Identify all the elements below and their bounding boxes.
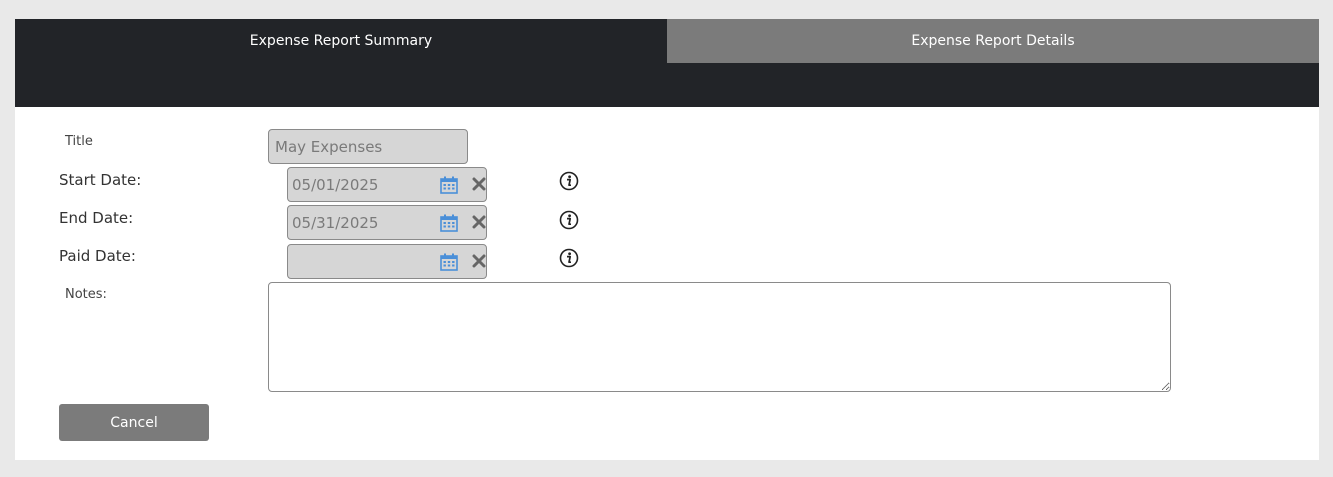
paid-date-field xyxy=(287,244,487,279)
close-icon[interactable] xyxy=(472,215,486,229)
close-icon[interactable] xyxy=(472,177,486,191)
info-icon[interactable] xyxy=(559,171,579,191)
expense-report-panel: Expense Report Summary Expense Report De… xyxy=(15,19,1319,460)
start-date-field xyxy=(287,167,487,202)
paid-date-input[interactable] xyxy=(288,245,428,278)
title-input[interactable] xyxy=(268,129,468,164)
notes-textarea[interactable] xyxy=(268,282,1171,392)
end-date-label: End Date: xyxy=(59,209,134,227)
header-bar: Expense Report Summary Expense Report De… xyxy=(15,19,1319,107)
info-icon[interactable] xyxy=(559,248,579,268)
calendar-icon[interactable] xyxy=(440,253,458,271)
calendar-icon[interactable] xyxy=(440,176,458,194)
end-date-input[interactable] xyxy=(288,206,428,239)
tab-expense-report-details[interactable]: Expense Report Details xyxy=(667,19,1319,63)
end-date-field xyxy=(287,205,487,240)
notes-label: Notes: xyxy=(65,287,107,302)
title-label: Title xyxy=(65,134,93,149)
info-icon[interactable] xyxy=(559,210,579,230)
cancel-button[interactable]: Cancel xyxy=(59,404,209,441)
start-date-label: Start Date: xyxy=(59,171,142,189)
calendar-icon[interactable] xyxy=(440,214,458,232)
paid-date-label: Paid Date: xyxy=(59,247,136,265)
close-icon[interactable] xyxy=(472,254,486,268)
start-date-input[interactable] xyxy=(288,168,428,201)
tab-expense-report-summary[interactable]: Expense Report Summary xyxy=(15,19,667,63)
